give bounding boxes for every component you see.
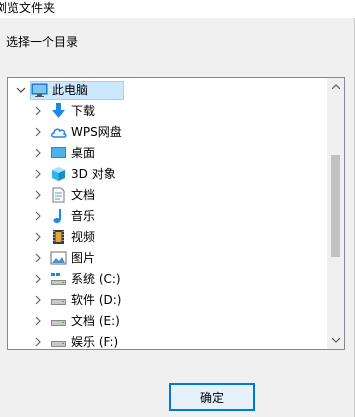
tree-node-desktop[interactable]: 桌面 [8, 143, 328, 163]
tree-node-label: 文档 (E:) [71, 314, 120, 328]
chevron-down-icon[interactable] [16, 85, 26, 95]
music-note-icon [50, 208, 67, 224]
folder-tree[interactable]: 此电脑 下载 WPS网盘 桌面 3D 对象 文档 音乐 视频 图片 系统 (C:… [7, 77, 345, 350]
tree-node-3d-objects[interactable]: 3D 对象 [8, 164, 328, 184]
tree-node-label: 系统 (C:) [71, 272, 121, 286]
chevron-right-icon[interactable] [33, 295, 43, 305]
chevron-right-icon[interactable] [33, 190, 43, 200]
tree-node-label: 3D 对象 [71, 167, 116, 181]
tree-node-label: 文档 [71, 188, 96, 202]
film-icon [50, 229, 67, 245]
tree-node-videos[interactable]: 视频 [8, 227, 328, 247]
drive-icon [50, 313, 67, 329]
computer-icon [31, 82, 48, 98]
chevron-right-icon[interactable] [33, 211, 43, 221]
system-drive-icon [50, 271, 67, 287]
tree-node-wps-cloud[interactable]: WPS网盘 [8, 122, 328, 142]
browse-folder-dialog: 浏览文件夹 选择一个目录 此电脑 下载 WPS网盘 桌面 3D 对象 文档 音乐… [0, 0, 355, 417]
drive-icon [50, 334, 67, 349]
chevron-right-icon[interactable] [33, 274, 43, 284]
chevron-right-icon[interactable] [33, 316, 43, 326]
tree-node-this-pc[interactable]: 此电脑 [8, 80, 328, 100]
tree-node-documents[interactable]: 文档 [8, 185, 328, 205]
download-arrow-icon [50, 103, 67, 119]
picture-icon [50, 250, 67, 266]
desktop-icon [50, 145, 67, 161]
chevron-right-icon[interactable] [33, 127, 43, 137]
tree-node-drive-d[interactable]: 软件 (D:) [8, 290, 328, 310]
tree-node-label: WPS网盘 [71, 125, 122, 139]
tree-node-label: 音乐 [71, 209, 96, 223]
folder-tree-content: 此电脑 下载 WPS网盘 桌面 3D 对象 文档 音乐 视频 图片 系统 (C:… [8, 78, 328, 349]
tree-node-drive-c[interactable]: 系统 (C:) [8, 269, 328, 289]
dialog-title: 浏览文件夹 [0, 1, 56, 15]
instruction-text: 选择一个目录 [6, 35, 79, 49]
tree-node-label: 此电脑 [52, 83, 89, 97]
scroll-down-arrow-icon[interactable] [327, 332, 344, 349]
chevron-right-icon[interactable] [33, 337, 43, 347]
tree-node-label: 软件 (D:) [71, 293, 122, 307]
chevron-right-icon[interactable] [33, 106, 43, 116]
document-icon [50, 187, 67, 203]
tree-node-label: 视频 [71, 230, 96, 244]
scroll-up-arrow-icon[interactable] [327, 78, 344, 95]
tree-node-pictures[interactable]: 图片 [8, 248, 328, 268]
tree-node-label: 图片 [71, 251, 96, 265]
vertical-scrollbar[interactable] [327, 78, 344, 349]
tree-node-drive-f[interactable]: 娱乐 (F:) [8, 332, 328, 349]
tree-node-downloads[interactable]: 下载 [8, 101, 328, 121]
tree-node-label: 下载 [71, 104, 96, 118]
cloud-icon [50, 124, 67, 140]
ok-button[interactable]: 确定 [169, 383, 255, 411]
chevron-right-icon[interactable] [33, 232, 43, 242]
title-bar: 浏览文件夹 [0, 0, 355, 18]
3d-cube-icon [50, 166, 67, 182]
scrollbar-thumb[interactable] [331, 155, 340, 257]
chevron-right-icon[interactable] [33, 253, 43, 263]
drive-icon [50, 292, 67, 308]
chevron-right-icon[interactable] [33, 148, 43, 158]
tree-node-music[interactable]: 音乐 [8, 206, 328, 226]
tree-node-drive-e[interactable]: 文档 (E:) [8, 311, 328, 331]
chevron-right-icon[interactable] [33, 169, 43, 179]
tree-node-label: 娱乐 (F:) [71, 335, 119, 349]
tree-node-label: 桌面 [71, 146, 96, 160]
